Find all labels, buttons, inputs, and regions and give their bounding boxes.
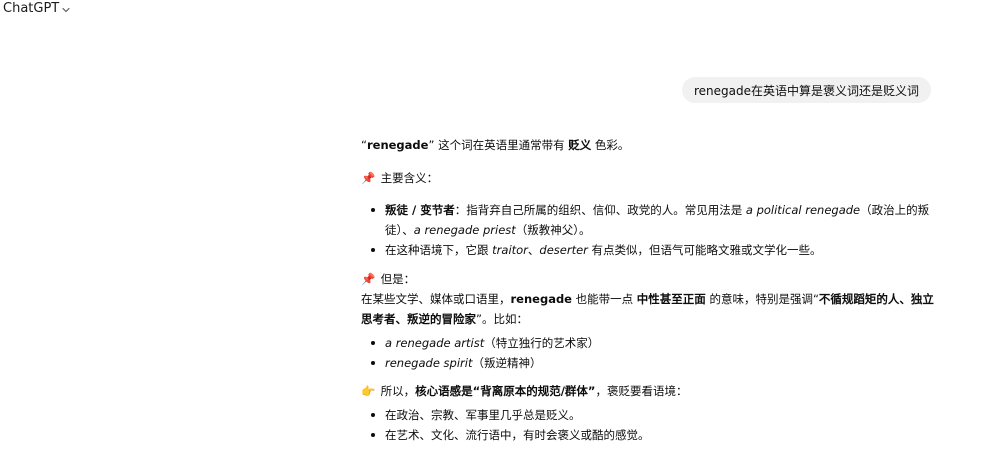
- list-text: （叛逆精神）: [472, 356, 542, 370]
- list-item: a renegade artist（特立独行的艺术家）: [361, 333, 936, 353]
- list-text: 有点类似，但语气可能略文雅或文学化一些。: [587, 243, 822, 257]
- paragraph-text: 也能带一点: [571, 292, 637, 306]
- pin-icon: 📌: [361, 171, 376, 185]
- list-item: 在这种语境下，它跟 traitor、deserter 有点类似，但语气可能略文雅…: [361, 240, 936, 260]
- section-main-meaning: 📌 主要含义：: [361, 168, 936, 188]
- example-phrase: a renegade artist: [385, 336, 485, 350]
- answer-intro: “renegade” 这个词在英语里通常带有 贬义 色彩。: [361, 135, 936, 155]
- paragraph-text: 所以，: [377, 384, 416, 398]
- meaning-term: 叛徒 / 变节者: [385, 203, 455, 217]
- context-list: 在政治、宗教、军事里几乎总是贬义。 在艺术、文化、流行语中，有时会褒义或酷的感觉…: [361, 405, 936, 445]
- chevron-down-icon: [62, 7, 70, 12]
- list-text: （特立独行的艺术家）: [484, 336, 600, 350]
- example-phrase: a political renegade: [745, 203, 861, 217]
- meaning-list: 叛徒 / 变节者：指背弃自己所属的组织、信仰、政党的人。常见用法是 a poli…: [361, 200, 936, 260]
- list-item: 在艺术、文化、流行语中，有时会褒义或酷的感觉。: [361, 425, 936, 445]
- example-list: a renegade artist（特立独行的艺术家） renegade spi…: [361, 333, 936, 373]
- list-text: ：指背弃自己所属的组织、信仰、政党的人。常见用法是: [454, 203, 746, 217]
- top-bar: ChatGPT: [0, 0, 1000, 20]
- example-phrase: a renegade priest: [413, 223, 516, 237]
- list-item: 在政治、宗教、军事里几乎总是贬义。: [361, 405, 936, 425]
- user-message-text: renegade在英语中算是褒义词还是贬义词: [693, 83, 919, 98]
- model-switcher[interactable]: ChatGPT: [3, 0, 71, 18]
- bold-phrase: 核心语感是“背离原本的规范/群体”: [415, 384, 596, 398]
- example-phrase: renegade spirit: [385, 356, 473, 370]
- paragraph-text: 在某些文学、媒体或口语里，: [361, 292, 511, 306]
- paragraph-text: 的意味，特别是强调“: [705, 292, 819, 306]
- section-heading: 主要含义：: [377, 171, 439, 185]
- list-item: 叛徒 / 变节者：指背弃自己所属的组织、信仰、政党的人。常见用法是 a poli…: [361, 200, 936, 240]
- user-message-bubble: renegade在英语中算是褒义词还是贬义词: [681, 77, 931, 103]
- section-heading: 但是：: [377, 272, 416, 286]
- list-text: （叛教神父）。: [515, 223, 591, 237]
- bold-phrase: 中性甚至正面: [636, 292, 706, 306]
- model-name: ChatGPT: [3, 1, 60, 16]
- list-item: renegade spirit（叛逆精神）: [361, 353, 936, 373]
- section-however: 📌 但是： 在某些文学、媒体或口语里，renegade 也能带一点 中性甚至正面 …: [361, 269, 936, 329]
- intro-end: 色彩。: [591, 138, 630, 152]
- paragraph-text: ，褒贬要看语境：: [595, 384, 688, 398]
- paragraph-text: ”。比如：: [476, 312, 528, 326]
- list-text: 、: [527, 243, 540, 257]
- example-word: traitor: [492, 243, 528, 257]
- intro-bold: 贬义: [568, 138, 592, 152]
- intro-word: renegade: [366, 138, 429, 152]
- pin-icon: 📌: [361, 272, 376, 286]
- section-summary: 👉 所以，核心语感是“背离原本的规范/群体”，褒贬要看语境：: [361, 381, 936, 401]
- bold-word: renegade: [510, 292, 572, 306]
- intro-text: 这个词在英语里通常带有: [434, 138, 569, 152]
- list-text: 在这种语境下，它跟: [385, 243, 493, 257]
- pointing-hand-icon: 👉: [361, 384, 376, 398]
- example-word: deserter: [539, 243, 588, 257]
